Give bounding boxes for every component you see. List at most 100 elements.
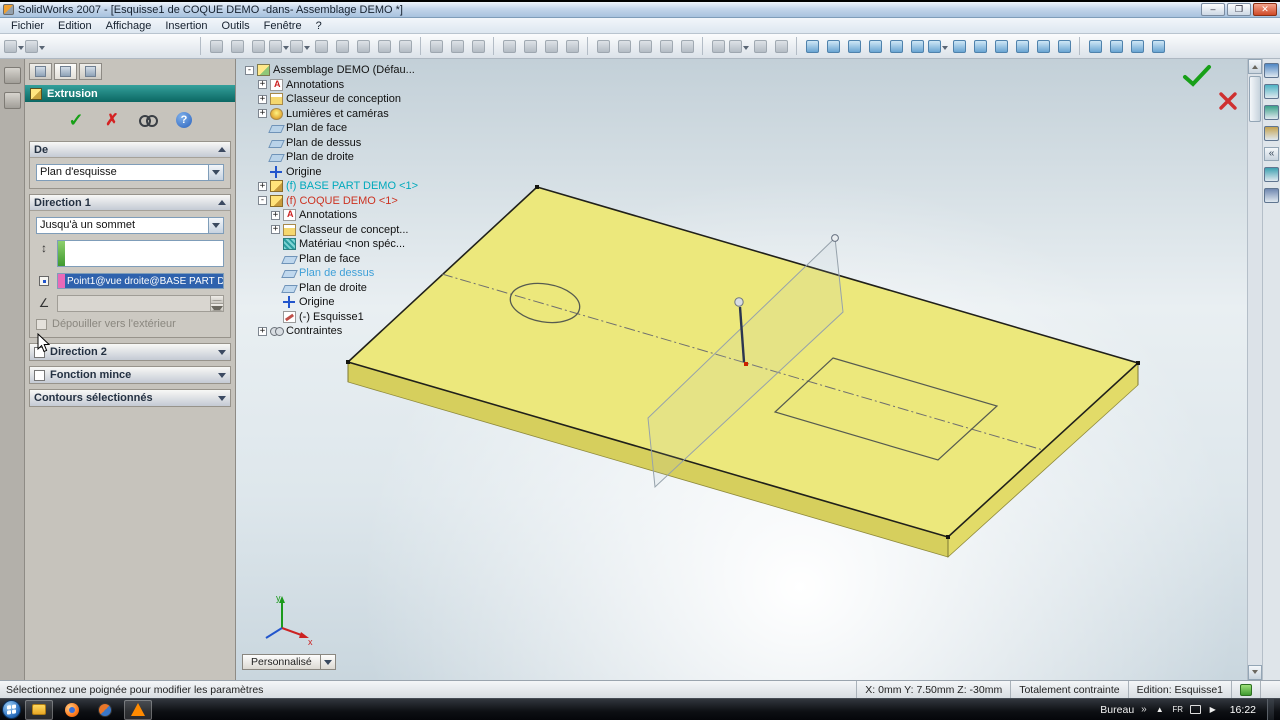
pan-icon[interactable] [907, 36, 927, 56]
cancel-button[interactable]: ✗ [100, 109, 124, 131]
scroll-down-button[interactable] [1248, 665, 1262, 680]
windows-media-player-taskbar-button[interactable] [91, 700, 119, 720]
mate-icon[interactable] [447, 36, 467, 56]
expand-toggle[interactable]: + [258, 109, 267, 119]
shaded-icon[interactable] [1033, 36, 1053, 56]
tree-item[interactable]: + (f) BASE PART DEMO <1> [241, 179, 471, 194]
appearances-icon[interactable] [1264, 188, 1279, 203]
wireframe-icon[interactable] [949, 36, 969, 56]
hidden-icons-icon[interactable]: ▲ [1154, 704, 1166, 716]
menu-item[interactable]: Insertion [158, 20, 214, 32]
interference-detection-icon[interactable] [541, 36, 561, 56]
smart-dimension-icon[interactable] [353, 36, 373, 56]
standard-views-icon[interactable] [928, 36, 948, 56]
menu-item[interactable]: ? [309, 20, 329, 32]
end-condition-select[interactable]: Jusqu'à un sommet [36, 217, 224, 234]
tree-item[interactable]: Origine [241, 295, 471, 310]
dropdown-arrow-icon[interactable] [304, 45, 310, 53]
tree-item[interactable]: - (f) COQUE DEMO <1> [241, 194, 471, 209]
group-thin-feature-header[interactable]: Fonction mince [30, 367, 230, 383]
group-selected-contours-header[interactable]: Contours sélectionnés [30, 390, 230, 406]
open-document-icon[interactable] [25, 36, 45, 56]
group-direction1-header[interactable]: Direction 1 [30, 195, 230, 211]
exploded-view-icon[interactable] [593, 36, 613, 56]
vertex-marker[interactable] [831, 234, 839, 242]
measure-icon[interactable] [395, 36, 415, 56]
orientation-dropdown[interactable] [320, 654, 336, 670]
tree-item[interactable]: + Lumières et caméras [241, 107, 471, 122]
toolbar-chevron-icon[interactable]: » [1141, 704, 1147, 715]
spin-up-button[interactable] [211, 296, 223, 304]
component-transparency-icon[interactable] [562, 36, 582, 56]
close-button[interactable]: ✕ [1253, 3, 1277, 16]
windows-explorer-taskbar-button[interactable] [25, 699, 53, 720]
ok-button[interactable]: ✓ [64, 109, 88, 131]
menu-item[interactable]: Fenêtre [257, 20, 309, 32]
zoom-area-icon[interactable] [823, 36, 843, 56]
file-explorer-icon[interactable] [1264, 105, 1279, 120]
input-indicator-icon[interactable]: FR [1172, 704, 1184, 716]
hidden-lines-removed-icon[interactable] [991, 36, 1011, 56]
expand-toggle[interactable]: - [258, 196, 267, 206]
collapse-task-pane-button[interactable]: « [1264, 147, 1279, 161]
sketch-point[interactable] [946, 535, 950, 539]
tree-item[interactable]: + Classeur de conception [241, 92, 471, 107]
dropdown-arrow-icon[interactable] [39, 45, 45, 53]
search-icon[interactable] [1264, 126, 1279, 141]
confirm-cancel-button[interactable] [1218, 91, 1238, 111]
extrusion-handle-knob[interactable] [734, 297, 744, 307]
magnifier-icon[interactable] [750, 36, 770, 56]
zoom-fit-icon[interactable] [802, 36, 822, 56]
thin-feature-checkbox[interactable] [34, 369, 45, 381]
dropdown-button[interactable] [208, 165, 223, 180]
dropdown-button[interactable] [208, 218, 223, 233]
select-arrow-icon[interactable] [3, 67, 21, 84]
tree-item[interactable]: Origine [241, 165, 471, 180]
expand-toggle[interactable]: + [271, 210, 280, 220]
camera-view-icon[interactable] [1106, 36, 1126, 56]
vlc-taskbar-button[interactable] [124, 699, 152, 720]
graphics-viewport[interactable]: - Assemblage DEMO (Défau... + Annotations + C… [236, 59, 1262, 680]
explode-line-sketch-icon[interactable] [614, 36, 634, 56]
expand-toggle[interactable]: + [258, 80, 267, 90]
reverse-direction-icon[interactable]: ↕ [36, 240, 52, 256]
zoom-selection-icon[interactable] [865, 36, 885, 56]
tree-item[interactable]: Matériau <non spéc... [241, 237, 471, 252]
show-desktop-button[interactable] [1267, 698, 1274, 720]
view-palette-icon[interactable] [1264, 167, 1279, 182]
propertymanager-tab[interactable] [54, 63, 77, 80]
rebuild-icon[interactable] [311, 36, 331, 56]
maximize-button[interactable]: ❐ [1227, 3, 1251, 16]
volume-icon[interactable]: ▶ [1207, 704, 1219, 716]
tree-item[interactable]: Plan de face [241, 252, 471, 267]
featuremanager-tab[interactable] [29, 63, 52, 80]
dropdown-arrow-icon[interactable] [942, 45, 948, 53]
view-orientation-icon[interactable] [1085, 36, 1105, 56]
draft-angle-spinner[interactable] [210, 296, 223, 311]
scrollbar-thumb[interactable] [1249, 76, 1261, 122]
direction-selection-box[interactable] [57, 240, 224, 267]
sketch-point[interactable] [346, 360, 350, 364]
selection-filter-icon[interactable] [729, 36, 749, 56]
tree-item[interactable]: (-) Esquisse1 [241, 310, 471, 325]
confirm-ok-button[interactable] [1182, 63, 1212, 89]
tree-item[interactable]: - Assemblage DEMO (Défau... [241, 63, 471, 78]
expand-toggle[interactable]: + [258, 326, 267, 336]
taskbar-clock[interactable]: 16:22 [1226, 704, 1260, 716]
redo-icon[interactable] [290, 36, 310, 56]
menu-item[interactable]: Edition [51, 20, 99, 32]
expand-toggle[interactable]: + [271, 225, 280, 235]
dropdown-arrow-icon[interactable] [283, 45, 289, 53]
network-icon[interactable] [1189, 705, 1201, 714]
hide-show-component-icon[interactable] [499, 36, 519, 56]
tree-item[interactable]: + Annotations [241, 78, 471, 93]
sketch-icon[interactable] [332, 36, 352, 56]
detailed-preview-button[interactable] [136, 109, 160, 131]
tree-item[interactable]: + Annotations [241, 208, 471, 223]
scroll-up-button[interactable] [1248, 59, 1262, 74]
insert-component-icon[interactable] [426, 36, 446, 56]
minimize-button[interactable]: – [1201, 3, 1225, 16]
tree-item[interactable]: Plan de droite [241, 281, 471, 296]
sketch-point[interactable] [1136, 361, 1140, 365]
shaded-with-edges-icon[interactable] [1012, 36, 1032, 56]
